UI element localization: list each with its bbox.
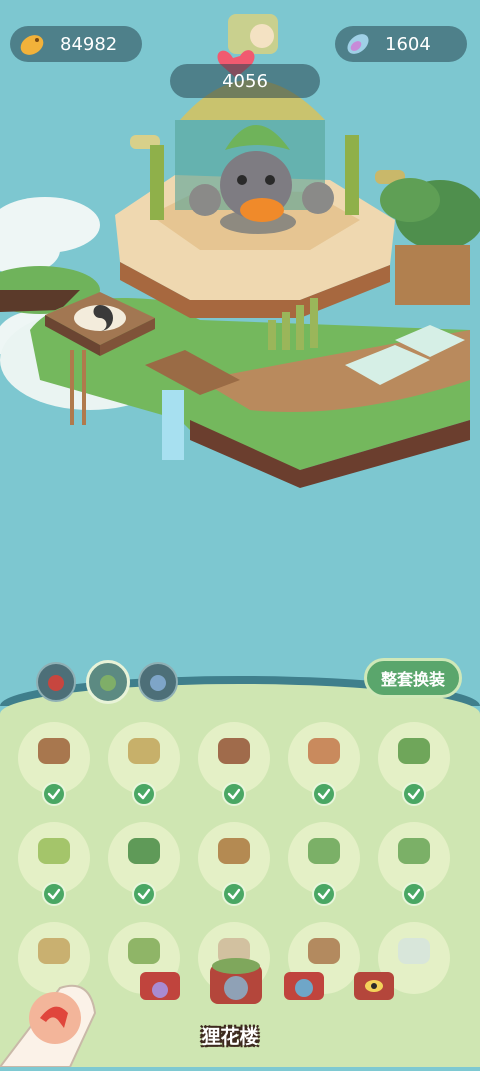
- heart-amount: 4056: [222, 70, 268, 92]
- bush-cluster-icon: [128, 838, 160, 864]
- gem-amount: 1604: [385, 33, 431, 55]
- red-cat-icon: [48, 675, 64, 691]
- owned-check-icon: [132, 882, 156, 906]
- wooden-dock-icon: [38, 738, 70, 764]
- category-eye-shrine[interactable]: [350, 968, 398, 1004]
- owned-check-icon: [42, 782, 66, 806]
- clover-small-icon: [308, 838, 340, 864]
- owned-check-icon: [402, 882, 426, 906]
- owned-check-icon: [222, 882, 246, 906]
- owned-check-icon: [312, 882, 336, 906]
- crates-icon: [398, 938, 430, 964]
- green-cat-icon: [100, 675, 116, 691]
- owned-check-icon: [42, 882, 66, 906]
- crystal-fish-icon: [341, 27, 375, 61]
- tab-red-cat[interactable]: [36, 662, 76, 702]
- side-statue-left: [189, 184, 221, 216]
- wood-steps-icon: [218, 738, 250, 764]
- bush-garden-icon: [128, 938, 160, 964]
- coin-counter[interactable]: 84982: [10, 26, 142, 62]
- island-scene: [0, 14, 480, 488]
- shelf-icon: [308, 938, 340, 964]
- owned-check-icon: [312, 782, 336, 806]
- owned-check-icon: [222, 782, 246, 806]
- category-blue-cat[interactable]: [280, 968, 328, 1004]
- category-green-tower[interactable]: [206, 956, 266, 1008]
- side-statue-right: [302, 182, 334, 214]
- full-outfit-button[interactable]: 整套换装: [364, 658, 462, 698]
- rope-bridge-icon: [218, 838, 250, 864]
- location-name: 狸花楼: [201, 1026, 259, 1048]
- bonsai-tree-icon: [398, 738, 430, 764]
- gem-counter[interactable]: 1604: [335, 26, 467, 62]
- right-tree-grove: [380, 178, 480, 305]
- owned-check-icon: [132, 782, 156, 806]
- tab-blue-cat[interactable]: [138, 662, 178, 702]
- heart-counter: 4056: [170, 64, 320, 98]
- tab-green-cat[interactable]: [86, 660, 130, 704]
- flag-banner-icon: [38, 838, 70, 864]
- coin-amount: 84982: [60, 33, 118, 55]
- owned-check-icon: [402, 782, 426, 806]
- back-button[interactable]: [0, 958, 100, 1068]
- fish-coin-icon: [16, 27, 50, 61]
- category-red-shrine[interactable]: [136, 968, 184, 1004]
- cat-portrait-top: [228, 14, 278, 54]
- leaf-mat-icon: [308, 738, 340, 764]
- clover-leaf-icon: [398, 838, 430, 864]
- blue-cat-icon: [150, 675, 166, 691]
- bamboo-gate-icon: [128, 738, 160, 764]
